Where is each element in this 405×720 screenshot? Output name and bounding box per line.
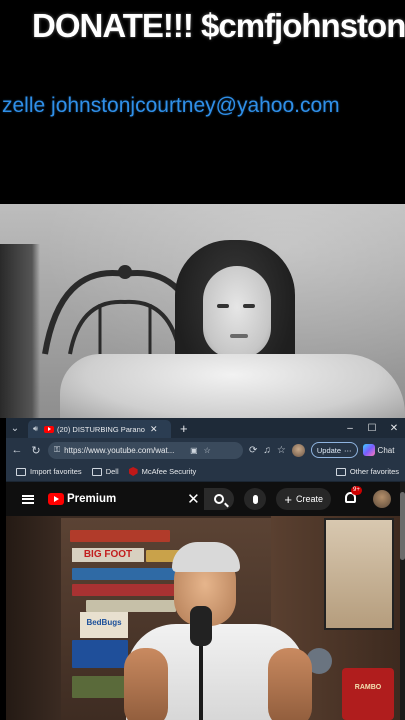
podcast-microphone — [190, 606, 212, 646]
left-shadow — [0, 244, 40, 418]
copilot-icon — [362, 444, 375, 456]
more-dots-icon: ⋯ — [344, 445, 352, 455]
reload-icon[interactable]: ↻ — [28, 444, 44, 457]
maximize-button[interactable]: ☐ — [361, 423, 383, 434]
create-button[interactable]: + Create — [276, 488, 331, 510]
folder-icon — [91, 467, 102, 476]
copilot-chat-button[interactable]: Chat — [362, 444, 395, 456]
folder-icon — [335, 467, 346, 476]
search-icon — [214, 494, 225, 504]
close-window-button[interactable]: ✕ — [383, 423, 405, 434]
book — [72, 676, 128, 698]
book — [72, 640, 128, 668]
address-url[interactable]: https://www.youtube.com/wat... — [64, 446, 184, 455]
tab-bar: ⌄ 🔊︎ (20) DISTURBING Paranormal ✕ + – ☐ … — [6, 418, 405, 438]
bookmark-label: McAfee Security — [141, 467, 197, 476]
bedbugs-box: BedBugs — [80, 612, 128, 638]
favorite-star-icon[interactable]: ☆ — [204, 446, 211, 455]
microphone-icon — [252, 494, 258, 504]
person-eye-right — [243, 304, 255, 308]
clear-search-icon[interactable]: ✕ — [182, 490, 204, 508]
youtube-premium-label[interactable]: Premium — [67, 493, 116, 505]
back-arrow-icon[interactable]: ← — [9, 444, 25, 456]
search-button[interactable] — [204, 488, 235, 510]
host-arm-right — [268, 648, 312, 720]
favorites-bar: Import favorites Dell McAfee Security Ot… — [6, 462, 405, 482]
bookmark-mcafee[interactable]: McAfee Security — [128, 467, 197, 476]
youtube-icon — [44, 425, 54, 433]
book — [86, 600, 176, 612]
notifications-button[interactable]: 9+ — [345, 486, 362, 506]
youtube-header: Premium ✕ + Create 9+ — [6, 482, 405, 516]
bigfoot-sign: BIG FOOT — [72, 548, 144, 562]
browser-window: ⌄ 🔊︎ (20) DISTURBING Paranormal ✕ + – ☐ … — [6, 418, 405, 720]
tab-title: (20) DISTURBING Paranormal — [57, 424, 145, 434]
refresh-extension-icon[interactable]: ⟳ — [249, 445, 257, 456]
other-favorites-label: Other favorites — [349, 467, 399, 476]
address-bar[interactable]: ⚿ https://www.youtube.com/wat... ▣ ☆ — [48, 441, 243, 459]
youtube-logo-icon[interactable] — [48, 493, 64, 505]
book — [70, 530, 170, 542]
notification-badge: 9+ — [351, 486, 362, 495]
zelle-overlay-text: zelle johnstonjcourtney@yahoo.com — [2, 94, 340, 117]
tab-actions-chevron-icon[interactable]: ⌄ — [6, 418, 24, 438]
new-tab-plus-icon[interactable]: + — [180, 421, 188, 436]
bookmark-dell[interactable]: Dell — [91, 467, 119, 476]
favorites-icon[interactable]: ☆ — [277, 445, 286, 456]
menu-hamburger-icon[interactable] — [22, 494, 34, 504]
webcam-feed — [0, 204, 405, 418]
microphone-arm — [199, 642, 203, 720]
host-cap — [172, 542, 240, 572]
import-icon — [16, 467, 26, 476]
person-face — [203, 266, 271, 358]
mcafee-icon — [128, 467, 138, 476]
plus-icon: + — [284, 491, 292, 507]
minimize-button[interactable]: – — [339, 423, 361, 434]
tab-close-icon[interactable]: ✕ — [150, 424, 158, 435]
donate-overlay-text: DONATE!!! $cmfjohnston — [32, 7, 405, 44]
bookmark-label: Dell — [105, 467, 119, 476]
bookmark-label: Import favorites — [30, 467, 82, 476]
media-icon[interactable]: ♫ — [263, 445, 271, 456]
tab-youtube[interactable]: 🔊︎ (20) DISTURBING Paranormal ✕ — [28, 420, 171, 438]
update-label: Update — [316, 445, 342, 455]
search-area: ✕ — [182, 488, 235, 510]
split-screen-icon[interactable]: ▣ — [190, 446, 198, 455]
update-button[interactable]: Update ⋯ — [310, 442, 358, 458]
wall-poster — [324, 518, 394, 630]
speaker-icon[interactable]: 🔊︎ — [33, 424, 42, 434]
bookmark-import-favorites[interactable]: Import favorites — [16, 467, 82, 476]
profile-avatar[interactable] — [291, 443, 305, 457]
other-favorites[interactable]: Other favorites — [335, 467, 399, 476]
chat-label: Chat — [377, 445, 395, 455]
person-mouth — [230, 334, 248, 338]
create-label: Create — [295, 494, 323, 504]
video-left-shadow — [6, 516, 61, 720]
person-eye-left — [217, 304, 229, 308]
voice-search-button[interactable] — [244, 488, 267, 510]
site-info-icon[interactable]: ⚿ — [54, 445, 60, 455]
scrollbar-thumb[interactable] — [400, 492, 405, 560]
blanket — [60, 354, 405, 418]
window-controls: – ☐ ✕ — [339, 423, 405, 434]
rambo-box: RAMBO — [342, 668, 394, 720]
video-player[interactable]: BIG FOOT BedBugs RAMBO — [6, 516, 400, 720]
host-arm-left — [124, 648, 168, 720]
account-avatar[interactable] — [373, 490, 391, 508]
book — [72, 584, 182, 596]
navigation-bar: ← ↻ ⚿ https://www.youtube.com/wat... ▣ ☆… — [6, 438, 405, 462]
